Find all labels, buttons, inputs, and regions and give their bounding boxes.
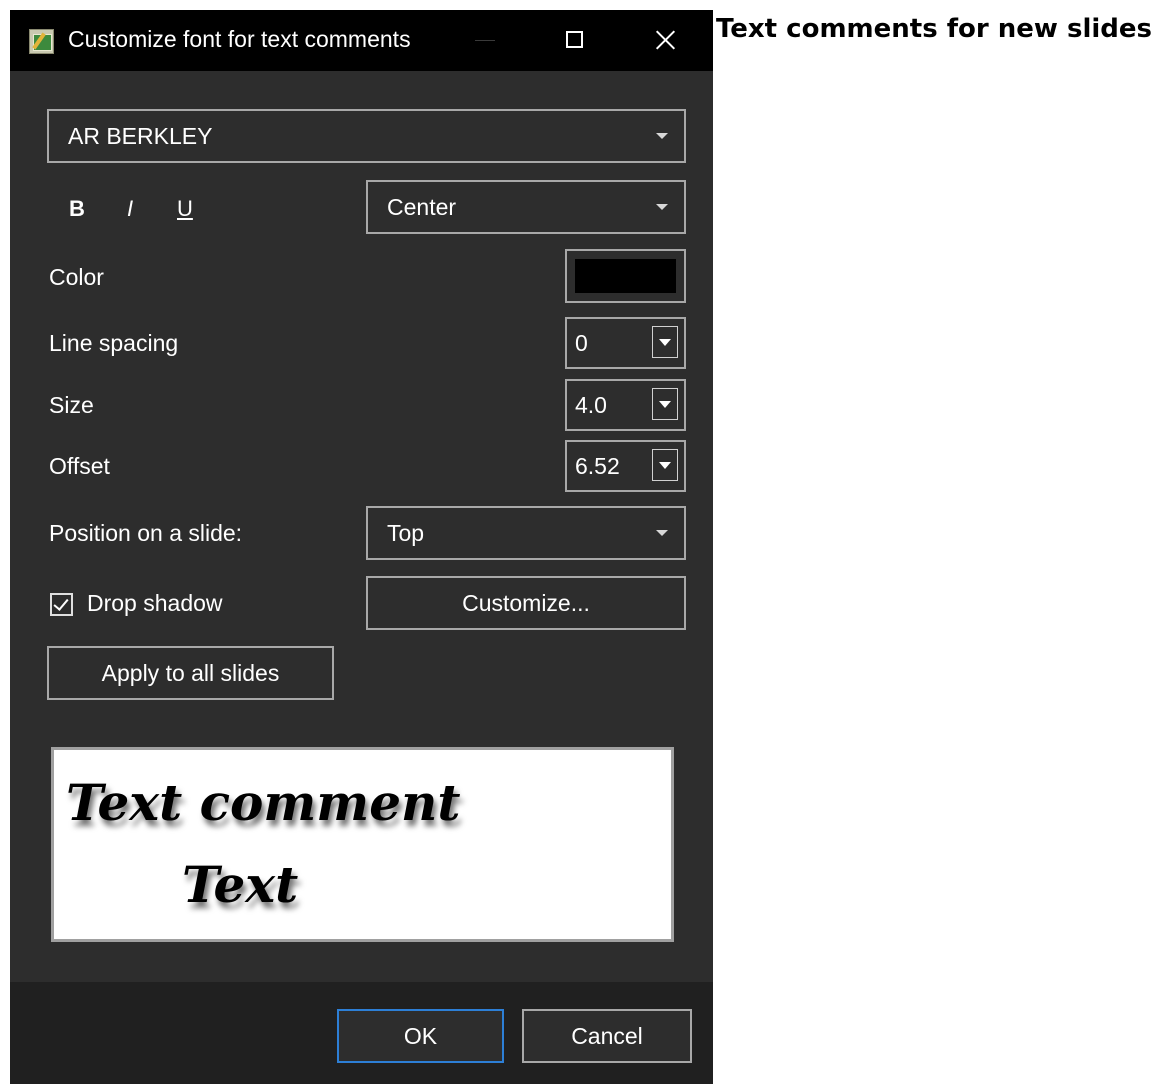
size-input[interactable]: 4.0 (565, 379, 686, 431)
offset-input[interactable]: 6.52 (565, 440, 686, 492)
drop-shadow-checkbox[interactable] (50, 593, 73, 616)
text-preview: Text comment Text (51, 747, 674, 942)
position-select-value: Top (387, 520, 425, 546)
font-select[interactable]: AR BERKLEY (47, 109, 686, 163)
position-select[interactable]: Top (366, 506, 686, 560)
page-heading: Text comments for new slides (716, 14, 1153, 44)
customize-font-dialog: Customize font for text comments AR BERK… (10, 10, 713, 1084)
preview-line-2: Text (182, 855, 299, 914)
alignment-select[interactable]: Center (366, 180, 686, 234)
color-picker-button[interactable] (565, 249, 686, 303)
dropdown-arrow-icon[interactable] (652, 326, 678, 358)
offset-label: Offset (49, 453, 110, 479)
line-spacing-value: 0 (575, 330, 588, 356)
color-swatch (575, 259, 676, 293)
color-label: Color (49, 264, 104, 290)
dropdown-arrow-icon[interactable] (652, 449, 678, 481)
position-label: Position on a slide: (49, 520, 243, 546)
dropdown-arrow-icon[interactable] (652, 388, 678, 420)
dialog-title: Customize font for text comments (68, 26, 411, 52)
size-value: 4.0 (575, 392, 607, 418)
cancel-button[interactable]: Cancel (522, 1009, 692, 1063)
italic-button[interactable]: I (127, 196, 133, 222)
chevron-down-icon (656, 133, 668, 139)
font-select-value: AR BERKLEY (68, 123, 213, 149)
minimize-icon[interactable] (450, 10, 520, 71)
bold-button[interactable]: B (69, 196, 85, 222)
chevron-down-icon (656, 530, 668, 536)
line-spacing-input[interactable]: 0 (565, 317, 686, 369)
underline-button[interactable]: U (177, 196, 193, 222)
chevron-down-icon (656, 204, 668, 210)
apply-to-all-slides-button[interactable]: Apply to all slides (47, 646, 334, 700)
customize-button[interactable]: Customize... (366, 576, 686, 630)
drop-shadow-label[interactable]: Drop shadow (87, 590, 223, 617)
alignment-select-value: Center (387, 194, 457, 220)
offset-value: 6.52 (575, 453, 620, 479)
maximize-icon[interactable] (540, 10, 610, 71)
close-icon[interactable] (630, 10, 700, 71)
size-label: Size (49, 392, 94, 418)
ok-button[interactable]: OK (337, 1009, 504, 1063)
preview-line-1: Text comment (66, 773, 461, 832)
line-spacing-label: Line spacing (49, 330, 179, 356)
title-bar[interactable]: Customize font for text comments (10, 10, 713, 71)
app-icon (29, 29, 54, 54)
